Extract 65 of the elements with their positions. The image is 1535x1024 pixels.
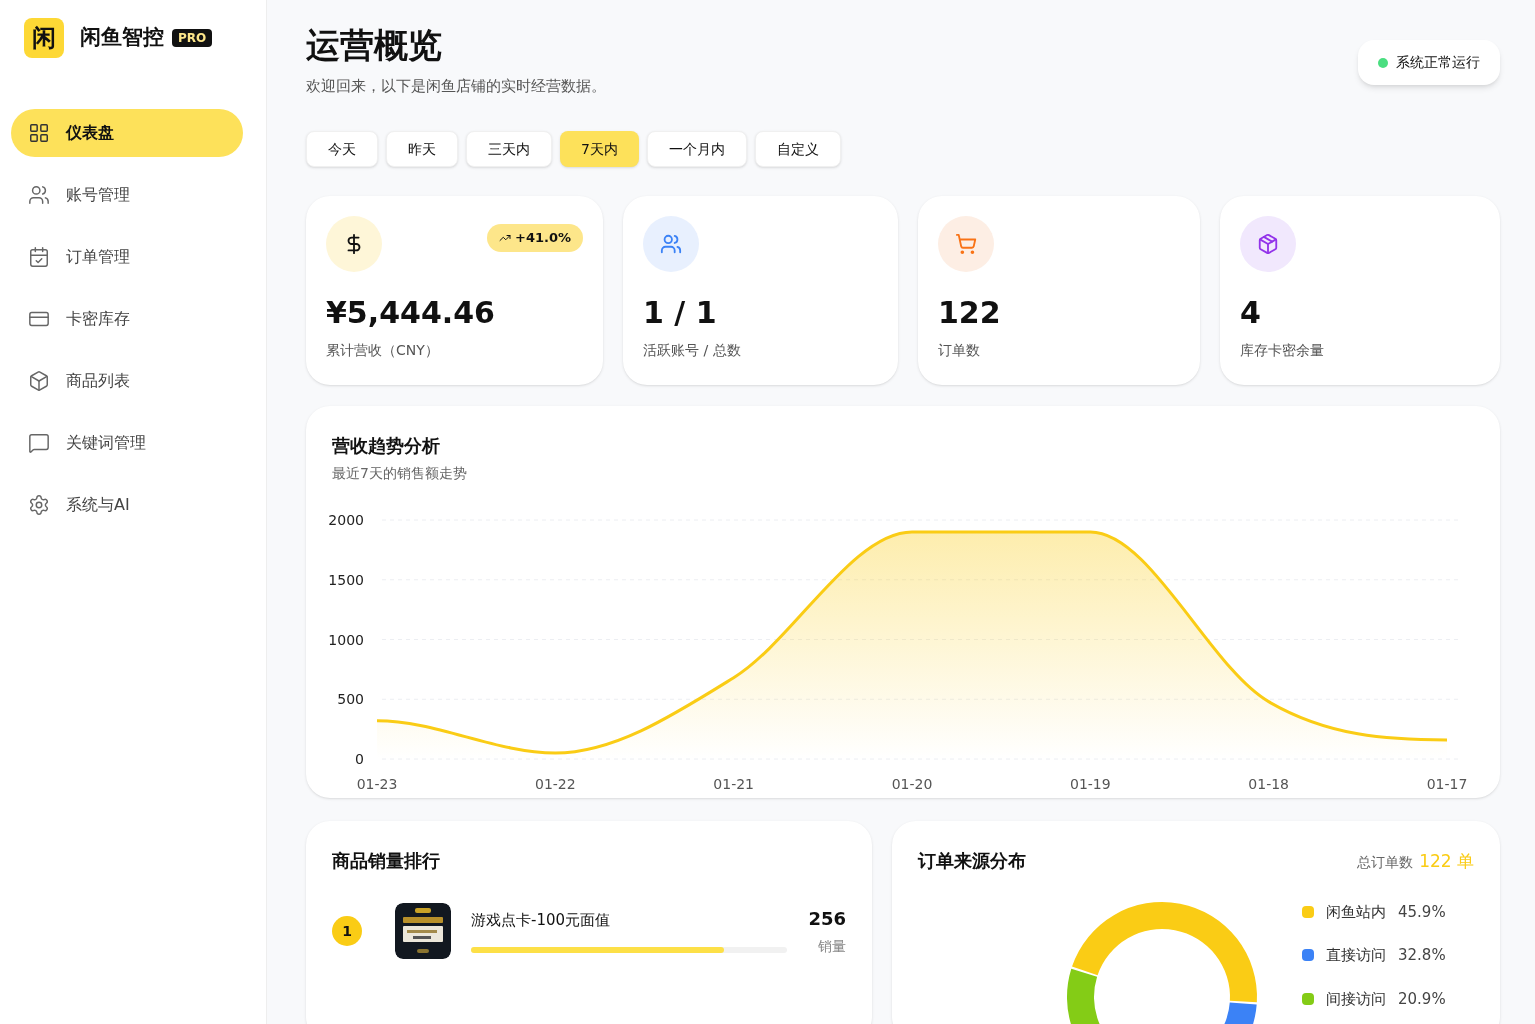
x-axis-label: 01-21 (713, 776, 754, 792)
date-range-tab[interactable]: 自定义 (754, 131, 841, 167)
users-icon (28, 184, 50, 206)
legend-label: 直接访问 (1326, 945, 1386, 966)
total-orders-value: 122 单 (1419, 850, 1474, 873)
nav-item[interactable]: 仪表盘 (11, 109, 243, 157)
users-icon (660, 233, 682, 255)
date-range-tab[interactable]: 7天内 (560, 131, 639, 167)
nav-item[interactable]: 商品列表 (11, 357, 243, 405)
stat-label: 累计营收（CNY） (326, 341, 440, 360)
stat-label: 订单数 (938, 341, 981, 360)
stat-value: 122 (938, 298, 1002, 328)
y-axis-label: 1000 (328, 631, 364, 648)
stat-value: 1 / 1 (643, 298, 718, 328)
date-range-tab[interactable]: 今天 (306, 131, 378, 167)
stat-label: 库存卡密余量 (1240, 341, 1325, 360)
status-text: 系统正常运行 (1396, 53, 1480, 72)
legend-label: 闲鱼站内 (1326, 901, 1386, 923)
legend-share: 45.9% (1398, 901, 1446, 923)
cart-icon (955, 233, 977, 255)
nav-item[interactable]: 账号管理 (11, 171, 243, 219)
sales-label: 销量 (817, 937, 846, 956)
package-icon (1257, 233, 1279, 255)
product-name: 游戏点卡-100元面值 (471, 909, 612, 931)
x-axis-label: 01-17 (1426, 776, 1468, 792)
source-title: 订单来源分布 (918, 849, 1026, 873)
nav-item[interactable]: 关键词管理 (11, 419, 243, 467)
brand-name: 闲鱼智控 (80, 24, 164, 52)
stat-label: 活跃账号 / 总数 (643, 341, 742, 360)
legend-label: 间接访问 (1326, 988, 1386, 1010)
chart-title: 营收趋势分析 (332, 434, 441, 458)
y-axis-label: 1500 (328, 571, 364, 588)
logo: 闲 (24, 18, 64, 58)
pro-badge: PRO (172, 29, 213, 47)
stat-value: ¥5,444.46 (326, 298, 496, 328)
page-subtitle: 欢迎回来，以下是闲鱼店铺的实时经营数据。 (306, 75, 606, 97)
x-axis-label: 01-23 (356, 776, 398, 792)
nav-item[interactable]: 订单管理 (11, 233, 243, 281)
total-orders-label: 总订单数 (1357, 853, 1414, 872)
y-axis-label: 500 (337, 691, 364, 708)
chat-icon (28, 432, 50, 454)
y-axis-label: 2000 (328, 512, 364, 528)
y-axis-label: 0 (355, 751, 364, 767)
sales-count: 256 (808, 907, 846, 931)
cube-icon (28, 370, 50, 392)
trend-badge: +41.0% (487, 224, 583, 252)
nav-item[interactable]: 系统与AI (11, 481, 243, 529)
stat-value: 4 (1240, 298, 1262, 328)
date-range-tab[interactable]: 一个月内 (646, 131, 747, 167)
settings-icon (28, 494, 50, 516)
x-axis-label: 01-18 (1248, 776, 1289, 792)
nav-item[interactable]: 卡密库存 (11, 295, 243, 343)
calendar-icon (28, 246, 50, 268)
date-range-tab[interactable]: 三天内 (466, 131, 552, 167)
x-axis-label: 01-19 (1070, 776, 1111, 792)
chart-subtitle: 最近7天的销售额走势 (332, 464, 468, 483)
date-range-tab[interactable]: 昨天 (386, 131, 458, 167)
legend-share: 20.9% (1398, 988, 1446, 1010)
legend-share: 32.8% (1398, 945, 1446, 966)
x-axis-label: 01-20 (891, 776, 933, 792)
page-title: 运营概览 (306, 24, 443, 67)
grid-icon (28, 122, 50, 144)
rank-badge: 1 (332, 916, 362, 946)
x-axis-label: 01-22 (535, 776, 576, 792)
ranking-title: 商品销量排行 (332, 849, 441, 873)
